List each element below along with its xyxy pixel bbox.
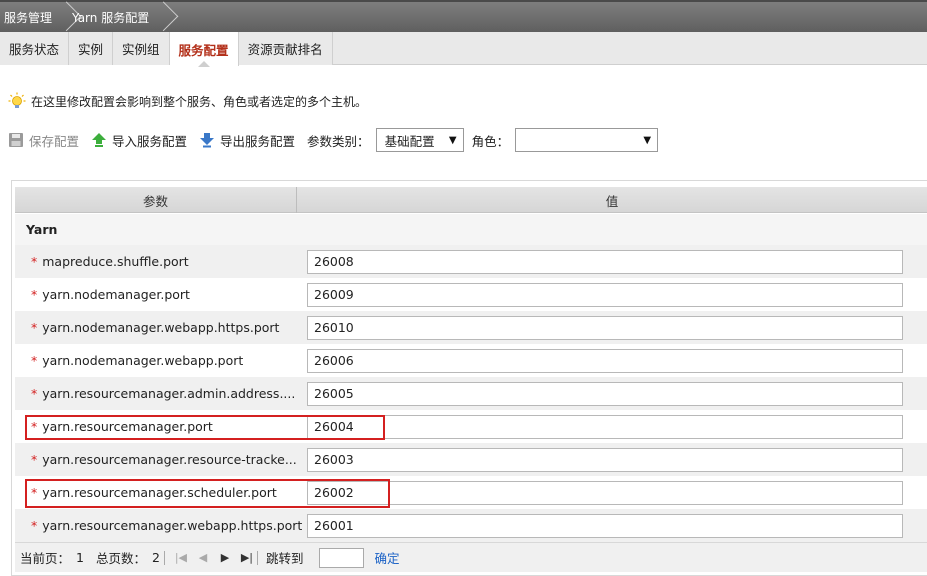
total-pages-label: 总页数：	[95, 551, 146, 566]
first-page-icon[interactable]: |◀	[173, 551, 189, 564]
last-page-icon[interactable]: ▶|	[239, 551, 255, 564]
param-value-input[interactable]: 26008	[307, 249, 903, 274]
table-row: * yarn.resourcemanager.webapp.https.port 2…	[15, 509, 927, 542]
param-name-cell: * mapreduce.shuffle.port	[15, 254, 307, 269]
export-config-label: 导出服务配置	[220, 133, 296, 149]
lightbulb-icon	[8, 92, 26, 108]
param-name: yarn.nodemanager.webapp.https.port	[42, 320, 280, 335]
tab-bar: 服务状态 实例 实例组 服务配置 资源贡献排名	[0, 32, 927, 67]
jump-page-input[interactable]	[319, 547, 365, 568]
table-header: 参数 值	[15, 187, 927, 213]
dropdown-arrow-icon: ▼	[448, 134, 457, 146]
param-name: yarn.resourcemanager.webapp.https.port	[42, 518, 303, 533]
total-pages-value: 2	[151, 550, 160, 565]
tab-instances[interactable]: 实例	[69, 32, 114, 65]
param-value-input[interactable]: 26001	[307, 513, 903, 538]
floppy-disk-icon	[9, 133, 23, 147]
breadcrumb-chevron-icon	[155, 2, 165, 32]
param-name-cell: * yarn.nodemanager.webapp.port	[15, 353, 307, 368]
role-label: 角色：	[471, 133, 510, 149]
param-type-value: 基础配置	[384, 133, 435, 149]
param-name: yarn.nodemanager.webapp.port	[42, 353, 244, 368]
table-row: * yarn.nodemanager.port 26009	[15, 278, 927, 311]
required-marker: *	[31, 287, 38, 302]
param-type-select[interactable]: 基础配置 ▼	[375, 128, 464, 152]
tab-resource-ranking[interactable]: 资源贡献排名	[238, 32, 333, 65]
tab-service-config[interactable]: 服务配置	[169, 32, 239, 67]
param-name: yarn.resourcemanager.resource-tracke...	[42, 452, 297, 467]
next-page-icon[interactable]: ▶	[217, 551, 233, 564]
blue-down-arrow-icon	[200, 133, 215, 148]
breadcrumb-chevron-icon	[58, 2, 68, 32]
pager-divider	[256, 550, 258, 565]
param-name-cell: * yarn.resourcemanager.webapp.https.port	[15, 518, 307, 533]
pager-divider	[163, 550, 165, 565]
required-marker: *	[31, 518, 38, 533]
param-value-input[interactable]: 26002	[307, 480, 903, 505]
current-page-value: 1	[76, 550, 84, 565]
export-config-button[interactable]: 导出服务配置	[199, 131, 295, 150]
import-config-button[interactable]: 导入服务配置	[91, 131, 187, 150]
param-value-input[interactable]: 26009	[307, 282, 903, 307]
param-value-input[interactable]: 26004	[307, 414, 903, 439]
breadcrumb: 服务管理 Yarn 服务配置	[0, 0, 927, 32]
param-value-input[interactable]: 26003	[307, 447, 903, 472]
config-toolbar: 保存配置 导入服务配置 导出服务配置 参数类别： 基础配置 ▼ 角色： ▼	[8, 127, 659, 153]
tab-service-status[interactable]: 服务状态	[0, 32, 70, 65]
param-name: mapreduce.shuffle.port	[42, 254, 189, 269]
param-value-input[interactable]: 26010	[307, 315, 903, 340]
jump-to-label: 跳转到	[265, 551, 304, 566]
param-value-input[interactable]: 26005	[307, 381, 903, 406]
param-name-cell: * yarn.nodemanager.port	[15, 287, 307, 302]
breadcrumb-item-service-management[interactable]: 服务管理	[0, 2, 58, 32]
table-row: * yarn.nodemanager.webapp.port 26006	[15, 344, 927, 377]
table-row: * yarn.nodemanager.webapp.https.port 26010	[15, 311, 927, 344]
highlight-box	[25, 479, 390, 508]
prev-page-icon[interactable]: ◀	[195, 551, 211, 564]
pagination-bar: 当前页： 1 总页数： 2 |◀ ◀ ▶ ▶| 跳转到 确定	[15, 542, 927, 572]
required-marker: *	[31, 386, 38, 401]
param-name: yarn.nodemanager.port	[42, 287, 190, 302]
current-page-label: 当前页：	[20, 551, 71, 566]
dropdown-arrow-icon: ▼	[643, 134, 652, 146]
required-marker: *	[31, 452, 38, 467]
param-value-input[interactable]: 26006	[307, 348, 903, 373]
group-header-yarn: Yarn	[15, 214, 927, 245]
tab-instance-groups[interactable]: 实例组	[113, 32, 170, 65]
hint-message: 在这里修改配置会影响到整个服务、角色或者选定的多个主机。	[8, 92, 367, 110]
table-row: * yarn.resourcemanager.resource-tracke...…	[15, 443, 927, 476]
param-name: yarn.resourcemanager.admin.address....	[42, 386, 296, 401]
jump-confirm-button[interactable]: 确定	[374, 548, 399, 567]
save-config-button[interactable]: 保存配置	[8, 131, 79, 150]
highlight-box	[25, 415, 385, 440]
breadcrumb-item-yarn-config[interactable]: Yarn 服务配置	[68, 2, 155, 32]
import-config-label: 导入服务配置	[112, 133, 188, 149]
required-marker: *	[31, 320, 38, 335]
save-config-label: 保存配置	[29, 133, 80, 149]
required-marker: *	[31, 353, 38, 368]
table-row: * yarn.resourcemanager.admin.address.... 2…	[15, 377, 927, 410]
column-header-value: 值	[605, 193, 619, 209]
green-up-arrow-icon	[92, 133, 107, 147]
role-select[interactable]: ▼	[515, 128, 659, 152]
required-marker: *	[31, 254, 38, 269]
table-row: * mapreduce.shuffle.port 26008	[15, 245, 927, 278]
hint-text: 在这里修改配置会影响到整个服务、角色或者选定的多个主机。	[31, 94, 368, 109]
param-type-label: 参数类别：	[307, 133, 370, 149]
param-name-cell: * yarn.nodemanager.webapp.https.port	[15, 320, 307, 335]
param-name-cell: * yarn.resourcemanager.admin.address....	[15, 386, 307, 401]
param-name-cell: * yarn.resourcemanager.resource-tracke...	[15, 452, 307, 467]
column-header-param: 参数	[15, 187, 297, 213]
